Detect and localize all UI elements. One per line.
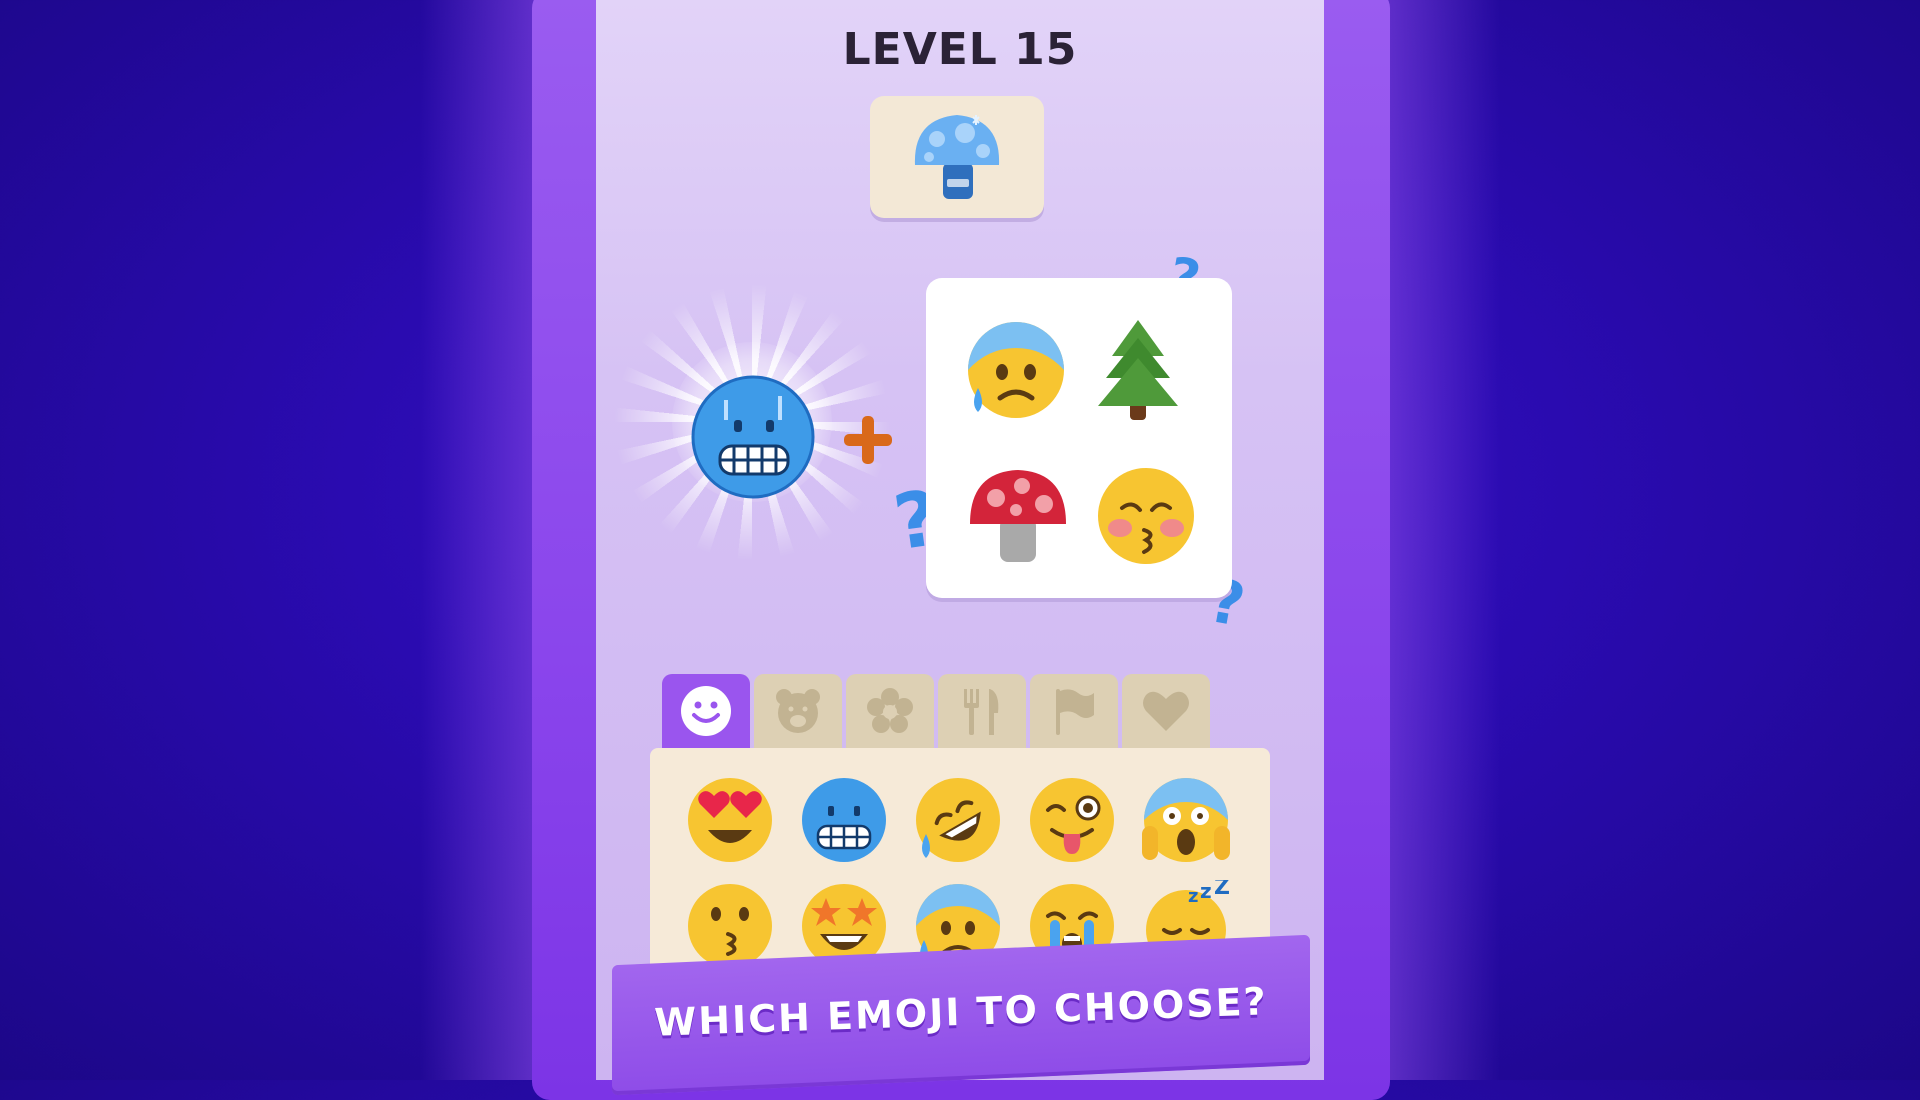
pick-heart-eyes[interactable] xyxy=(684,774,776,870)
svg-text:z: z xyxy=(1188,886,1198,907)
tab-objects[interactable] xyxy=(1030,674,1118,748)
choice-kissing-closed-eyes[interactable] xyxy=(1094,464,1198,572)
svg-text:z: z xyxy=(1200,880,1212,903)
tab-food[interactable] xyxy=(938,674,1026,748)
tab-smileys[interactable] xyxy=(662,674,750,748)
target-emoji-card xyxy=(870,96,1044,218)
rolling-laughing-icon xyxy=(916,778,1000,862)
pick-winking-tongue[interactable] xyxy=(1026,774,1118,870)
kissing-face-with-closed-eyes-icon xyxy=(1098,468,1194,564)
winking-tongue-icon xyxy=(1030,778,1114,862)
choice-mushroom[interactable] xyxy=(966,464,1070,572)
background-glow-right xyxy=(1380,0,1500,1080)
mushroom-icon xyxy=(970,470,1066,562)
tab-symbols[interactable] xyxy=(1122,674,1210,748)
choice-anxious-face[interactable] xyxy=(964,318,1068,426)
level-title: LEVEL 15 xyxy=(842,24,1078,75)
heart-icon xyxy=(1143,691,1189,731)
selected-emoji[interactable] xyxy=(690,374,816,504)
pick-rolling-laughing[interactable] xyxy=(912,774,1004,870)
flag-icon xyxy=(1056,689,1094,735)
fork-knife-icon xyxy=(964,689,999,735)
svg-text:Z: Z xyxy=(1214,880,1230,900)
tab-animals[interactable] xyxy=(754,674,842,748)
tab-nature[interactable] xyxy=(846,674,934,748)
frozen-mushroom-icon xyxy=(914,115,1000,199)
screaming-in-fear-icon xyxy=(1142,778,1230,862)
cold-face-icon xyxy=(802,778,886,862)
flower-icon xyxy=(867,688,913,733)
evergreen-tree-icon xyxy=(1098,320,1178,420)
choices-card xyxy=(926,278,1232,598)
cold-face-icon xyxy=(691,375,815,499)
pick-screaming-in-fear[interactable] xyxy=(1140,774,1232,870)
background-glow-left xyxy=(420,0,540,1080)
pick-cold-face[interactable] xyxy=(798,774,890,870)
smiley-icon xyxy=(681,686,731,736)
heart-eyes-icon xyxy=(688,778,772,862)
plus-icon xyxy=(840,412,896,472)
anxious-face-with-sweat-icon xyxy=(968,322,1064,418)
choice-evergreen-tree[interactable] xyxy=(1092,316,1184,428)
bear-icon xyxy=(776,689,820,733)
